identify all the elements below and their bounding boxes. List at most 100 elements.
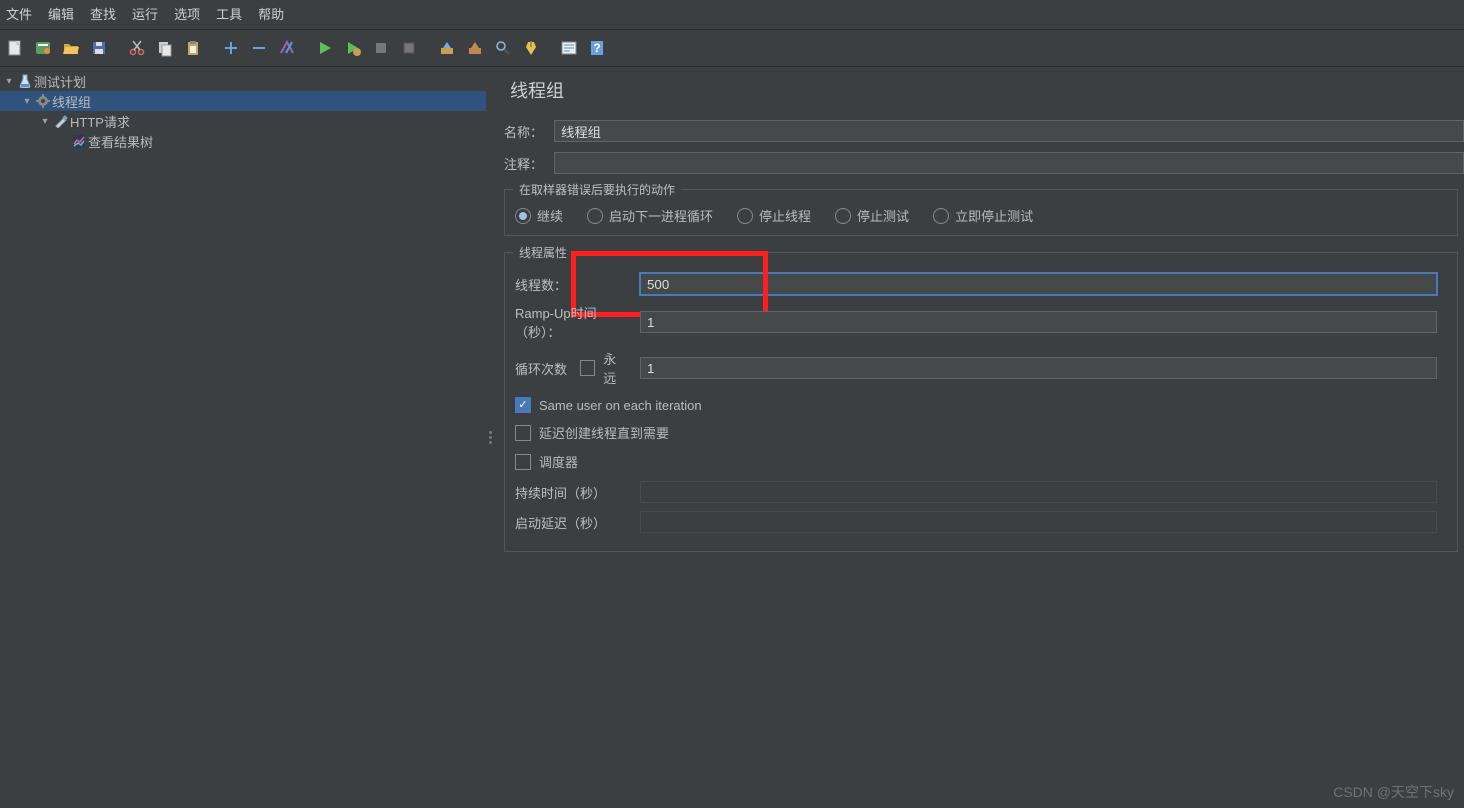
- chevron-down-icon[interactable]: ▾: [20, 96, 34, 107]
- function-helper-icon[interactable]: [556, 35, 582, 61]
- name-row: 名称：: [504, 117, 1464, 145]
- collapse-icon[interactable]: [246, 35, 272, 61]
- forever-checkbox[interactable]: 永远: [580, 349, 628, 387]
- open-icon[interactable]: [58, 35, 84, 61]
- same-user-checkbox[interactable]: Same user on each iteration: [515, 397, 1437, 413]
- clear-all-icon[interactable]: [462, 35, 488, 61]
- startup-delay-label: 启动延迟（秒）: [515, 513, 640, 532]
- checkbox-icon: [580, 360, 595, 376]
- shutdown-icon[interactable]: [396, 35, 422, 61]
- save-icon[interactable]: [86, 35, 112, 61]
- help-icon[interactable]: ?: [584, 35, 610, 61]
- new-icon[interactable]: [2, 35, 28, 61]
- panel-title: 线程组: [510, 77, 1464, 103]
- scheduler-checkbox[interactable]: 调度器: [515, 452, 1437, 471]
- delay-create-checkbox[interactable]: 延迟创建线程直到需要: [515, 423, 1437, 442]
- comment-label: 注释：: [504, 154, 544, 173]
- panel-splitter[interactable]: [486, 67, 494, 808]
- loop-label: 循环次数: [515, 359, 580, 378]
- tree-node-test-plan[interactable]: ▾ 测试计划: [0, 71, 486, 91]
- menu-bar: 文件 编辑 查找 运行 选项 工具 帮助: [0, 0, 1464, 30]
- error-action-group: 在取样器错误后要执行的动作 继续 启动下一进程循环 停止线程 停止测试 立即停止…: [504, 189, 1458, 236]
- radio-label: 停止测试: [857, 206, 909, 225]
- duration-row: 持续时间（秒）: [515, 481, 1437, 503]
- copy-icon[interactable]: [152, 35, 178, 61]
- radio-label: 停止线程: [759, 206, 811, 225]
- radio-icon: [737, 208, 753, 224]
- content-panel: 线程组 名称： 注释： 在取样器错误后要执行的动作 继续 启动下一进程循环 停止…: [494, 67, 1464, 808]
- rampup-label: Ramp-Up时间（秒）：: [515, 303, 640, 341]
- menu-options[interactable]: 选项: [168, 2, 210, 25]
- start-icon[interactable]: [312, 35, 338, 61]
- checkbox-icon: [515, 425, 531, 441]
- search-icon[interactable]: [490, 35, 516, 61]
- tree-label: 线程组: [52, 92, 91, 111]
- tree-node-http-request[interactable]: ▾ HTTP请求: [0, 111, 486, 131]
- start-no-timers-icon[interactable]: [340, 35, 366, 61]
- duration-input: [640, 481, 1437, 503]
- checkbox-icon: [515, 397, 531, 413]
- tree-panel: ▾ 测试计划 ▾ 线程组 ▾ HTTP请求 查看结果树: [0, 67, 486, 808]
- expand-icon[interactable]: [218, 35, 244, 61]
- name-input[interactable]: [554, 120, 1464, 142]
- name-label: 名称：: [504, 122, 544, 141]
- comment-row: 注释：: [504, 149, 1464, 177]
- radio-stop-test[interactable]: 停止测试: [835, 206, 909, 225]
- radio-icon: [587, 208, 603, 224]
- thread-properties-legend: 线程属性: [513, 244, 573, 261]
- stop-icon[interactable]: [368, 35, 394, 61]
- startup-delay-input: [640, 511, 1437, 533]
- menu-search[interactable]: 查找: [84, 2, 126, 25]
- app-root: { "menubar":["文件","编辑","查找","运行","选项","工…: [0, 0, 1464, 808]
- main-area: ▾ 测试计划 ▾ 线程组 ▾ HTTP请求 查看结果树 线程组: [0, 67, 1464, 808]
- menu-edit[interactable]: 编辑: [42, 2, 84, 25]
- error-action-legend: 在取样器错误后要执行的动作: [513, 181, 681, 198]
- clear-icon[interactable]: [434, 35, 460, 61]
- gear-icon: [34, 94, 52, 108]
- duration-label: 持续时间（秒）: [515, 483, 640, 502]
- reset-search-icon[interactable]: [518, 35, 544, 61]
- radio-icon: [933, 208, 949, 224]
- loop-input[interactable]: [640, 357, 1437, 379]
- radio-continue[interactable]: 继续: [515, 206, 563, 225]
- radio-icon: [515, 208, 531, 224]
- same-user-label: Same user on each iteration: [539, 398, 702, 413]
- toolbar: ?: [0, 30, 1464, 67]
- threads-row: 线程数：: [515, 273, 1437, 295]
- radio-start-next-loop[interactable]: 启动下一进程循环: [587, 206, 713, 225]
- menu-file[interactable]: 文件: [0, 2, 42, 25]
- threads-label: 线程数：: [515, 275, 640, 294]
- loop-row: 循环次数 永远: [515, 349, 1437, 387]
- menu-run[interactable]: 运行: [126, 2, 168, 25]
- chevron-down-icon[interactable]: ▾: [2, 76, 16, 87]
- chevron-down-icon[interactable]: ▾: [38, 116, 52, 127]
- beaker-icon: [16, 74, 34, 88]
- scheduler-label: 调度器: [539, 452, 578, 471]
- pipette-icon: [52, 114, 70, 128]
- tree-label: 测试计划: [34, 72, 86, 91]
- error-action-radios: 继续 启动下一进程循环 停止线程 停止测试 立即停止测试: [515, 206, 1437, 225]
- thread-properties-group: 线程属性 线程数： Ramp-Up时间（秒）： 循环次数 永远 S: [504, 252, 1458, 552]
- chart-icon: [70, 134, 88, 148]
- comment-input[interactable]: [554, 152, 1464, 174]
- tree-label: HTTP请求: [70, 112, 130, 131]
- radio-label: 启动下一进程循环: [609, 206, 713, 225]
- rampup-input[interactable]: [640, 311, 1437, 333]
- radio-stop-test-now[interactable]: 立即停止测试: [933, 206, 1033, 225]
- cut-icon[interactable]: [124, 35, 150, 61]
- radio-stop-thread[interactable]: 停止线程: [737, 206, 811, 225]
- startup-delay-row: 启动延迟（秒）: [515, 511, 1437, 533]
- toggle-icon[interactable]: [274, 35, 300, 61]
- threads-input[interactable]: [640, 273, 1437, 295]
- paste-icon[interactable]: [180, 35, 206, 61]
- tree-node-view-results-tree[interactable]: 查看结果树: [0, 131, 486, 151]
- rampup-row: Ramp-Up时间（秒）：: [515, 303, 1437, 341]
- menu-tools[interactable]: 工具: [210, 2, 252, 25]
- tree-label: 查看结果树: [88, 132, 153, 151]
- tree-node-thread-group[interactable]: ▾ 线程组: [0, 91, 486, 111]
- radio-icon: [835, 208, 851, 224]
- radio-label: 继续: [537, 206, 563, 225]
- templates-icon[interactable]: [30, 35, 56, 61]
- svg-text:?: ?: [593, 41, 600, 55]
- menu-help[interactable]: 帮助: [252, 2, 294, 25]
